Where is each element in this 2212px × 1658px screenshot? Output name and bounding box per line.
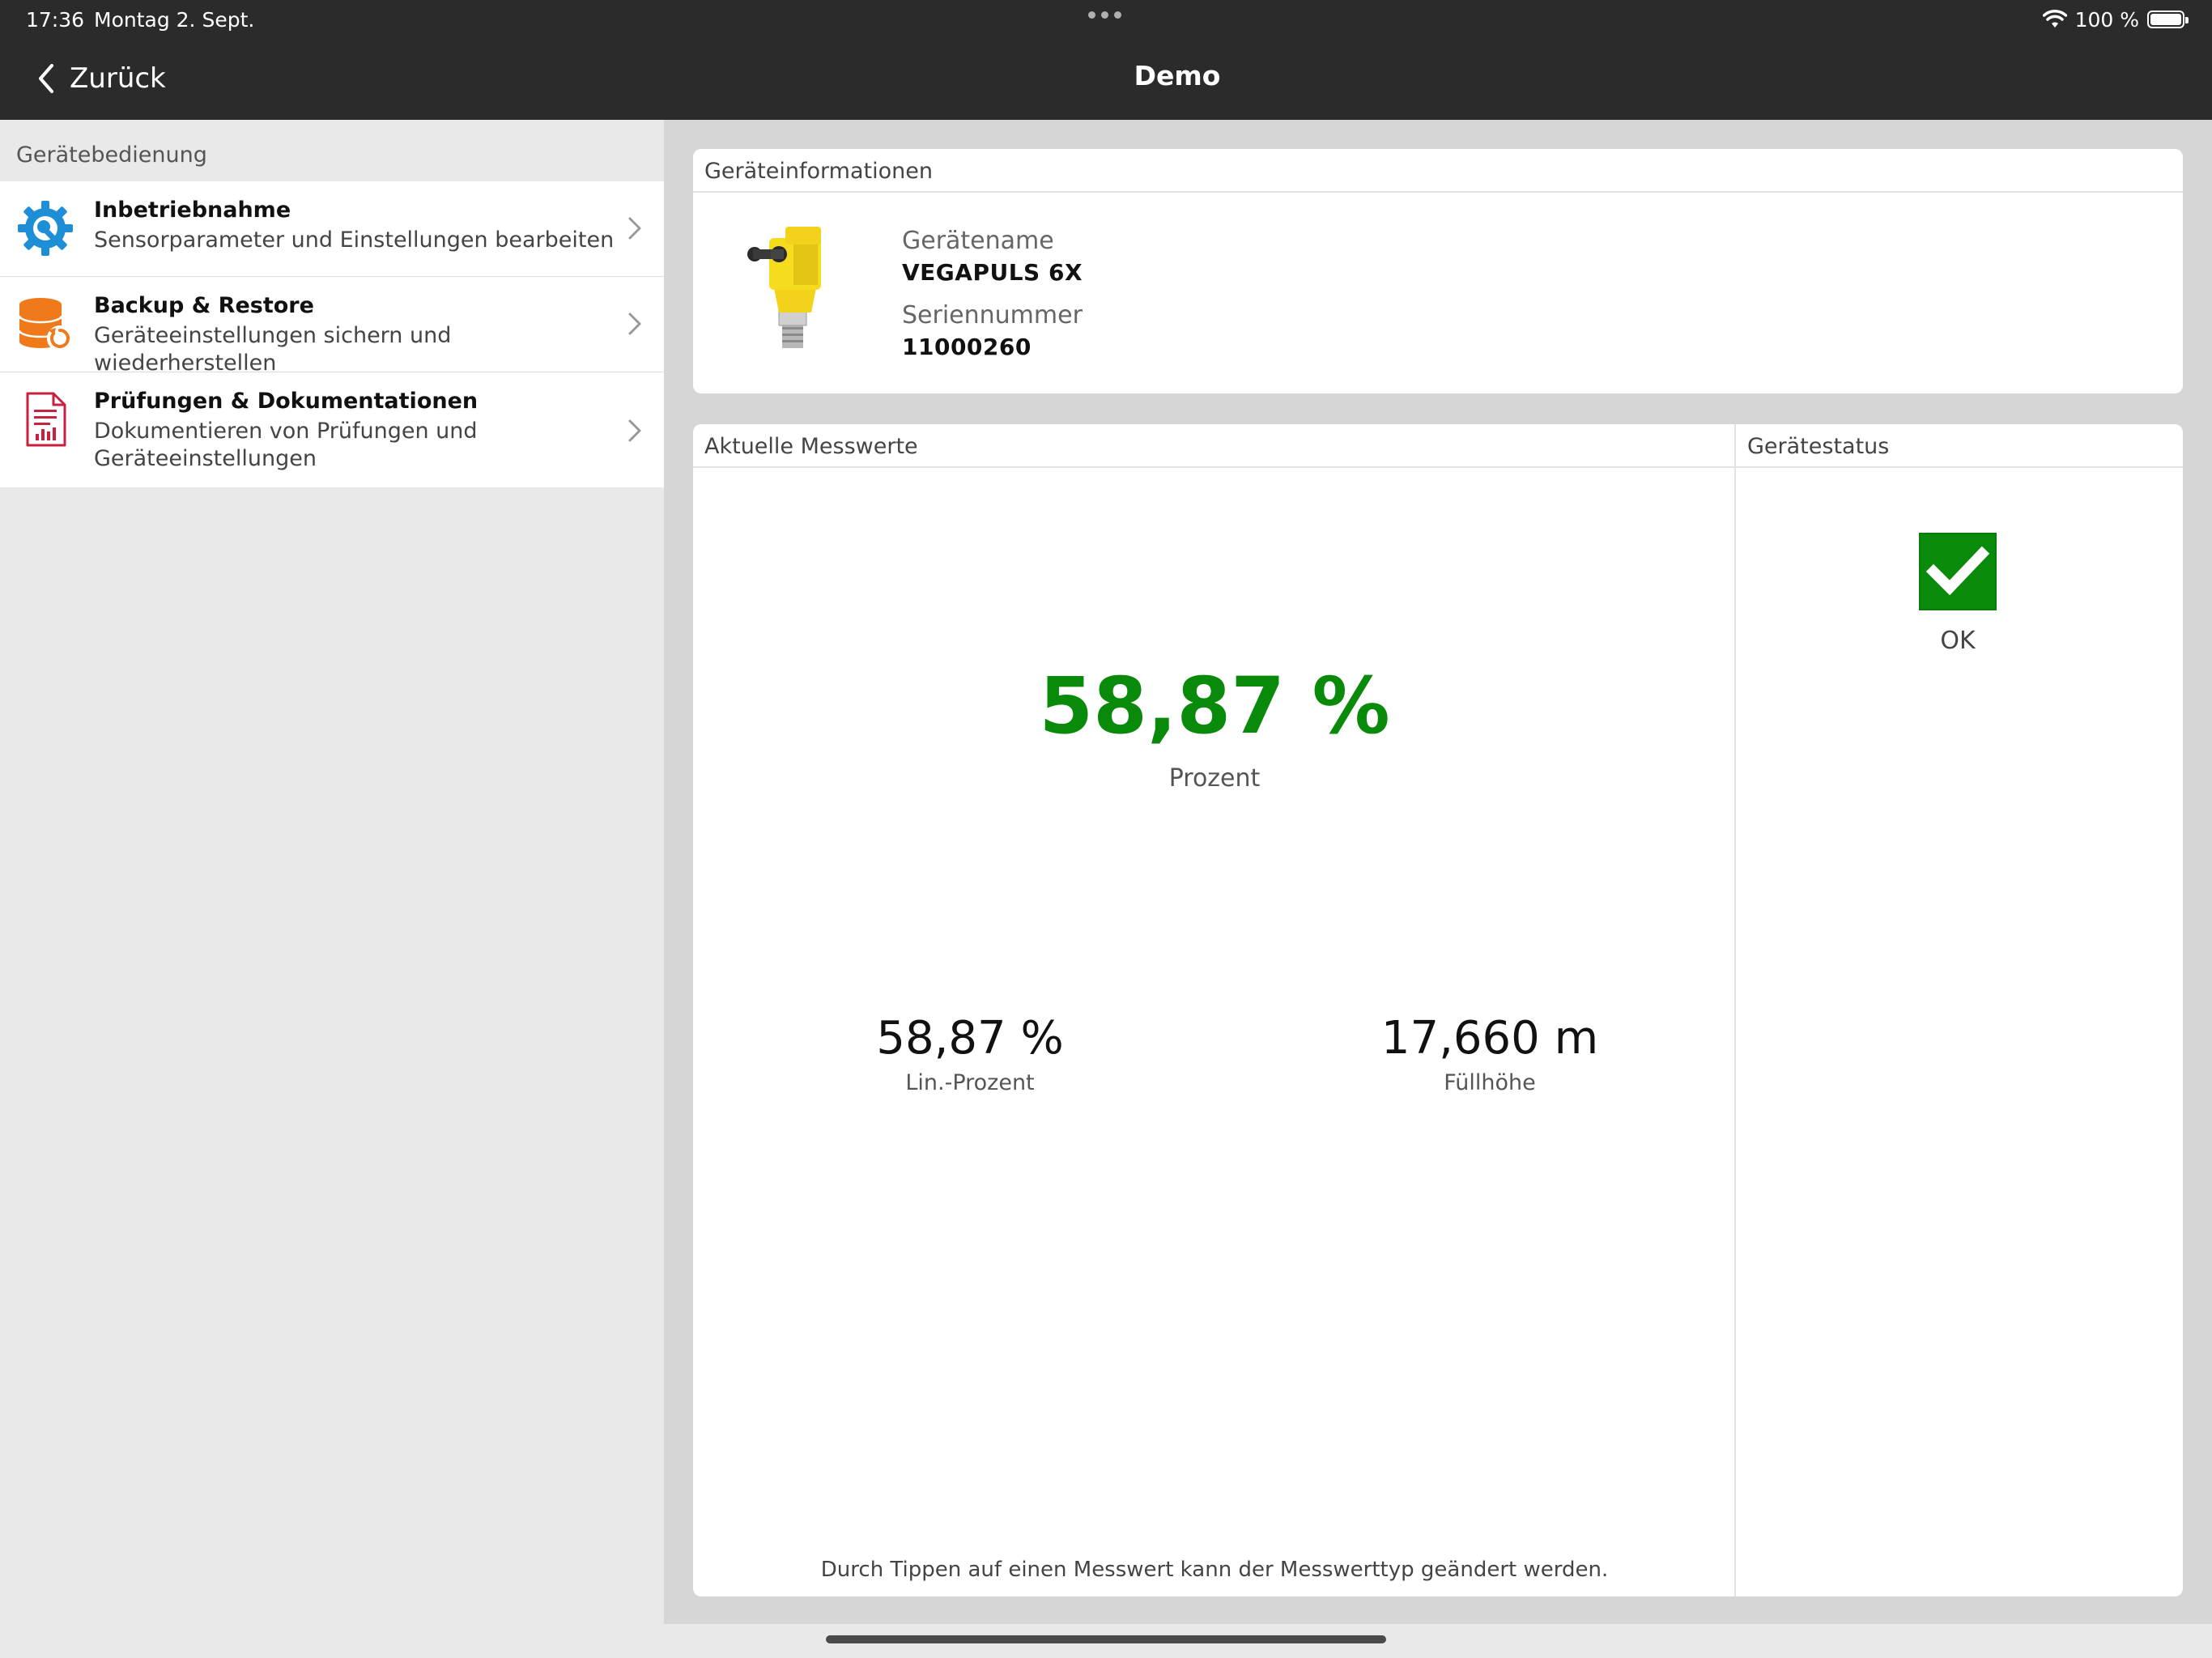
sidebar-item-pruefungen[interactable]: Prüfungen & Dokumentationen Dokumentiere… — [0, 372, 664, 487]
primary-measurement-label: Prozent — [1168, 764, 1261, 793]
column-divider — [1734, 424, 1736, 1596]
chevron-left-icon — [39, 64, 53, 93]
device-status-header: Gerätestatus — [1736, 424, 2183, 468]
back-button[interactable]: Zurück — [37, 58, 166, 99]
sidebar: Gerätebedienung Inbetriebnahme Sensorpar… — [0, 120, 664, 1658]
lin-percent-label: Lin.-Prozent — [905, 1070, 1035, 1095]
multitasking-dots-icon[interactable] — [1088, 11, 1124, 21]
device-name-label: Gerätename — [902, 227, 1054, 255]
measurement-status-card: Aktuelle Messwerte Gerätestatus 58,87 % … — [693, 424, 2183, 1596]
sidebar-menu: Inbetriebnahme Sensorparameter und Einst… — [0, 181, 664, 487]
page-title: Demo — [1134, 60, 1221, 91]
status-ok-label: OK — [1940, 627, 1976, 655]
report-document-icon — [26, 392, 66, 447]
sidebar-section-title: Gerätebedienung — [16, 142, 207, 168]
fill-height-value[interactable]: 17,660 m — [1328, 1012, 1652, 1065]
sensor-device-image — [747, 227, 821, 348]
sidebar-item-description: Dokumentieren von Prüfungen und Geräteei… — [94, 419, 478, 471]
back-button-label: Zurück — [70, 62, 166, 95]
home-indicator[interactable] — [826, 1635, 1386, 1643]
serial-number-label: Seriennummer — [902, 301, 1083, 329]
checkmark-icon — [1925, 546, 1990, 596]
primary-measurement-value[interactable]: 58,87 % — [693, 661, 1736, 751]
sidebar-item-title: Backup & Restore — [94, 293, 314, 318]
sidebar-item-description: Sensorparameter und Einstellungen bearbe… — [94, 227, 615, 253]
battery-percent: 100 % — [2074, 7, 2139, 32]
status-date: Montag 2. Sept. — [94, 8, 255, 32]
chevron-right-icon — [628, 312, 641, 335]
serial-number-value: 11000260 — [902, 334, 1032, 360]
top-bar: 17:36 Montag 2. Sept. 100 % Zurück Demo — [0, 0, 2212, 120]
sidebar-item-backup-restore[interactable]: Backup & Restore Geräteeinstellungen sic… — [0, 277, 664, 376]
wifi-icon — [2042, 10, 2067, 28]
sidebar-item-title: Prüfungen & Dokumentationen — [94, 389, 479, 414]
database-restore-icon — [18, 298, 73, 351]
gear-wrench-icon — [18, 201, 73, 256]
sidebar-item-title: Inbetriebnahme — [94, 198, 291, 223]
device-info-header: Geräteinformationen — [693, 149, 2183, 193]
measurement-hint: Durch Tippen auf einen Messwert kann der… — [820, 1558, 1609, 1582]
fill-height-label: Füllhöhe — [1444, 1070, 1536, 1095]
lin-percent-value[interactable]: 58,87 % — [808, 1012, 1132, 1065]
sidebar-item-description: Geräteeinstellungen sichern und wiederhe… — [94, 323, 452, 376]
measurements-header: Aktuelle Messwerte — [693, 424, 1736, 468]
status-indicators: 100 % — [2042, 6, 2189, 32]
sidebar-item-inbetriebnahme[interactable]: Inbetriebnahme Sensorparameter und Einst… — [0, 181, 664, 277]
status-ok-badge — [1919, 533, 1997, 610]
status-time: 17:36 — [26, 8, 85, 32]
chevron-right-icon — [628, 419, 641, 442]
device-info-card: Geräteinformationen Gerätename VEGAPULS … — [693, 149, 2183, 393]
chevron-right-icon — [628, 217, 641, 240]
battery-icon — [2147, 11, 2189, 28]
main-content: Geräteinformationen Gerätename VEGAPULS … — [664, 120, 2212, 1624]
device-name-value: VEGAPULS 6X — [902, 259, 1083, 286]
